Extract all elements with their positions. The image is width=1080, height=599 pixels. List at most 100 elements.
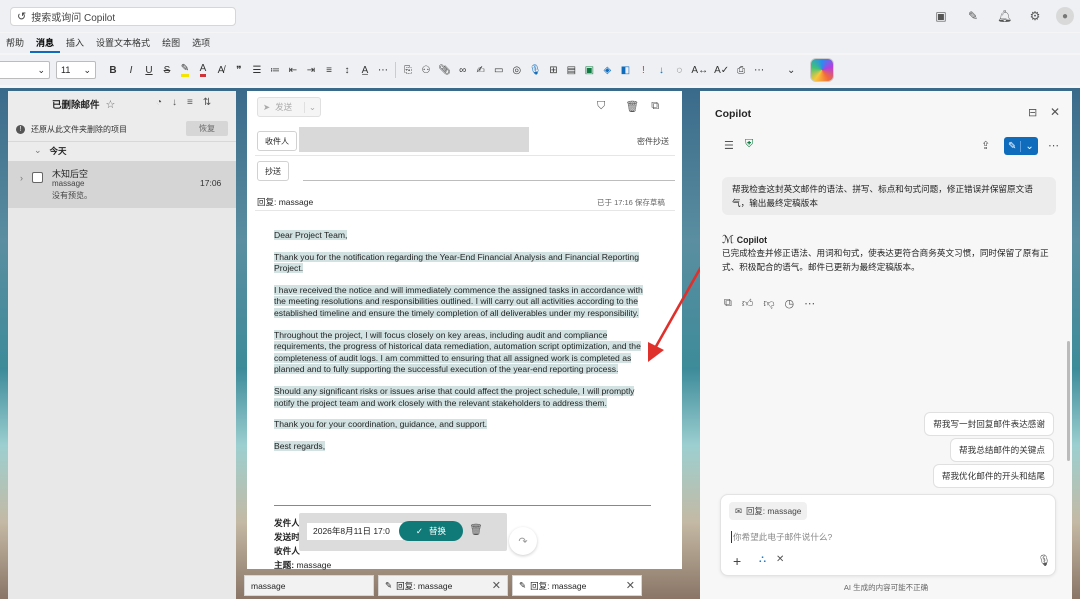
line-spacing-icon[interactable]: ↕: [338, 59, 356, 81]
notes-icon[interactable]: ✎: [966, 9, 980, 23]
contacts-icon[interactable]: ⚇: [417, 59, 435, 81]
tab-format-text[interactable]: 设置文本格式: [90, 33, 156, 53]
overflow-icon[interactable]: ⋯: [750, 59, 768, 81]
plugin-icon[interactable]: ⛬: [759, 554, 766, 565]
suggestion-chip[interactable]: 帮我写一封回复邮件表达感谢: [924, 412, 1054, 436]
align-icon[interactable]: ≡: [320, 59, 338, 81]
tab-options[interactable]: 选项: [186, 33, 216, 53]
filter-icon[interactable]: ◔: [156, 97, 162, 108]
delete-icon[interactable]: 🗑︎: [625, 100, 639, 113]
add-icon[interactable]: +: [733, 553, 741, 569]
font-size-select[interactable]: 11 ⌄: [56, 61, 96, 79]
pane-toggle-icon[interactable]: ⊟: [1028, 106, 1037, 119]
strikethrough-icon[interactable]: S: [158, 59, 176, 81]
loop-icon[interactable]: ◎: [508, 59, 526, 81]
to-field[interactable]: [299, 127, 529, 152]
importance-high-icon[interactable]: !: [634, 59, 652, 81]
thumbs-up-icon[interactable]: 👍︎: [742, 297, 754, 310]
tab-message[interactable]: 消息: [30, 33, 61, 53]
underline-icon[interactable]: U: [140, 59, 158, 81]
indent-icon[interactable]: ⇥: [302, 59, 320, 81]
avatar[interactable]: ●: [1056, 7, 1074, 25]
close-icon[interactable]: ✕: [776, 554, 784, 565]
close-icon[interactable]: ✕: [626, 579, 635, 592]
history-icon[interactable]: ◷: [785, 297, 795, 310]
outdent-icon[interactable]: ⇤: [284, 59, 302, 81]
copy-icon[interactable]: ⧉: [724, 297, 732, 310]
tab-insert[interactable]: 插入: [60, 33, 90, 53]
more-icon[interactable]: ⋯: [804, 297, 815, 310]
more-icon[interactable]: ⋯: [1048, 139, 1059, 152]
signature-icon[interactable]: ✍: [472, 59, 490, 81]
shield-icon[interactable]: ⛉: [597, 100, 605, 113]
more-icon[interactable]: ⋯: [374, 59, 392, 81]
quote-icon[interactable]: ❞: [230, 59, 248, 81]
sort-updown-icon[interactable]: ⇅: [203, 97, 211, 108]
send-button[interactable]: ➤ 发送 ⌄: [257, 97, 321, 117]
restore-button[interactable]: 恢复: [186, 121, 228, 136]
delete-icon[interactable]: 🗑︎: [469, 523, 483, 536]
chevron-down-icon[interactable]: ⌄: [782, 59, 800, 81]
dictate-icon[interactable]: 🎙︎: [526, 59, 545, 81]
cc-button[interactable]: 抄送: [257, 161, 289, 181]
message-body[interactable]: Dear Project Team, Thank you for the not…: [274, 230, 654, 462]
bcc-link[interactable]: 密件抄送: [637, 136, 669, 147]
importance-low-icon[interactable]: ↓: [652, 59, 670, 81]
teams-icon[interactable]: ▣: [934, 9, 948, 23]
new-chat-button[interactable]: ✎ ⌄: [1004, 137, 1038, 155]
suggestion-chip[interactable]: 帮我优化邮件的开头和结尾: [932, 464, 1054, 488]
tab-reply[interactable]: ✎ 回复: massage ✕: [378, 575, 508, 596]
sensitivity-icon[interactable]: ◌: [670, 59, 688, 81]
star-icon[interactable]: ☆: [106, 98, 116, 111]
filter-lines-icon[interactable]: ≡: [187, 97, 193, 108]
undo-icon[interactable]: ↷: [509, 527, 537, 555]
attach-icon[interactable]: 📎︎: [435, 59, 454, 81]
gear-icon[interactable]: ⚙: [1028, 9, 1042, 23]
highlight-icon[interactable]: ✎: [176, 59, 194, 81]
list-item[interactable]: › 木知后空 massage 没有预览。 17:06: [8, 161, 236, 208]
cc-field[interactable]: [303, 180, 675, 181]
close-icon[interactable]: ✕: [492, 579, 501, 592]
replace-button[interactable]: ✓ 替换: [399, 521, 463, 541]
to-button[interactable]: 收件人: [257, 131, 297, 151]
scrollbar[interactable]: [1067, 341, 1070, 461]
chevron-down-icon[interactable]: ⌄: [34, 145, 42, 156]
bold-icon[interactable]: B: [104, 59, 122, 81]
attach-file-icon[interactable]: ⎘: [399, 59, 417, 81]
chevron-right-icon[interactable]: ›: [20, 173, 23, 183]
share-icon[interactable]: ⇪: [981, 139, 990, 152]
clear-format-icon[interactable]: A̸: [212, 59, 230, 81]
menu-icon[interactable]: ☰: [724, 139, 734, 152]
tab-draft[interactable]: massage: [244, 575, 374, 596]
table-icon[interactable]: ⊞: [544, 59, 562, 81]
search-box[interactable]: ↺ 搜索或询问 Copilot: [10, 7, 236, 26]
excel-icon[interactable]: ▣: [580, 59, 598, 81]
copilot-icon[interactable]: [810, 58, 835, 82]
apps-icon[interactable]: ◈: [598, 59, 616, 81]
styles-icon[interactable]: A̲: [356, 59, 374, 81]
translate-icon[interactable]: A↔: [688, 59, 711, 81]
print-icon[interactable]: ⎙: [732, 59, 750, 81]
form-icon[interactable]: ◧: [616, 59, 634, 81]
meeting-icon[interactable]: ▭: [490, 59, 508, 81]
popout-icon[interactable]: ⧉: [651, 100, 659, 113]
select-checkbox[interactable]: [32, 172, 43, 183]
font-color-icon[interactable]: A: [194, 59, 212, 81]
bell-icon[interactable]: 🔔︎: [997, 9, 1012, 23]
context-chip[interactable]: ✉ 回复: massage: [729, 502, 808, 520]
close-icon[interactable]: ✕: [1050, 105, 1060, 119]
bullets-icon[interactable]: ☰: [248, 59, 266, 81]
numbering-icon[interactable]: ≔: [266, 59, 284, 81]
editor-icon[interactable]: A✓: [711, 59, 732, 81]
suggestion-chip[interactable]: 帮我总结邮件的关键点: [950, 438, 1054, 462]
thumbs-down-icon[interactable]: 👎︎: [763, 297, 774, 310]
link-icon[interactable]: ∞: [454, 59, 472, 81]
chat-input[interactable]: 你希望此电子邮件说什么?: [731, 531, 832, 543]
microphone-icon[interactable]: 🎙︎: [1037, 554, 1051, 567]
font-family-select[interactable]: ⌄: [0, 61, 50, 79]
sort-icon[interactable]: ↓: [172, 97, 177, 108]
tab-help[interactable]: 帮助: [0, 33, 30, 53]
tab-draw[interactable]: 绘图: [156, 33, 186, 53]
picture-icon[interactable]: ▤: [562, 59, 580, 81]
italic-icon[interactable]: I: [122, 59, 140, 81]
